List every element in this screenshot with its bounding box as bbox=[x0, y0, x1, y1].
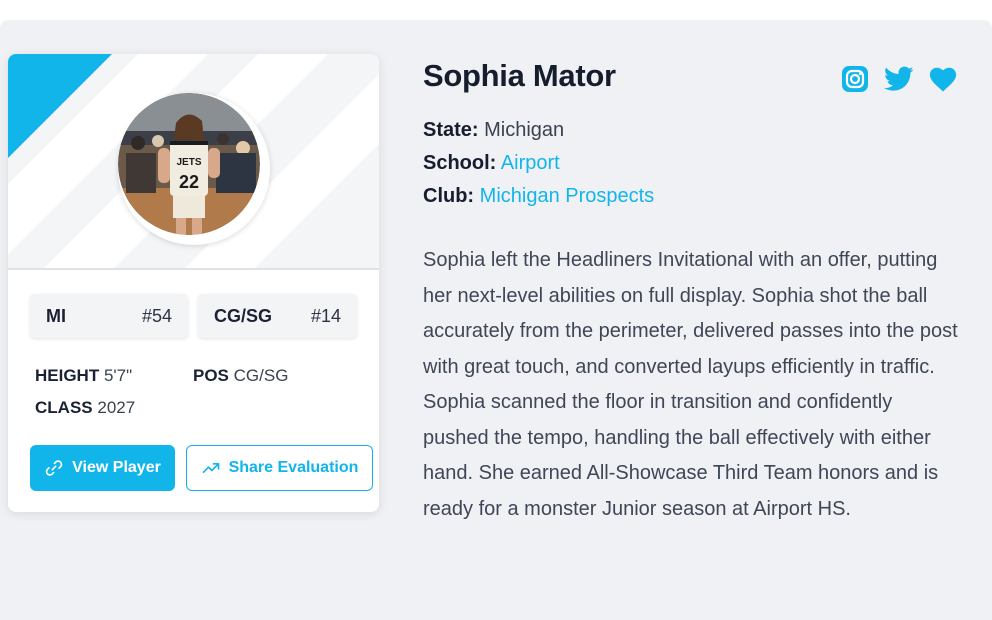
twitter-icon bbox=[884, 66, 914, 91]
player-bio: Sophia left the Headliners Invitational … bbox=[423, 249, 958, 520]
club-link[interactable]: Michigan Prospects bbox=[480, 185, 655, 207]
pos-value: CG/SG bbox=[233, 366, 289, 385]
state-row: State: Michigan bbox=[423, 119, 564, 142]
pos-stat: POS CG/SG bbox=[193, 362, 288, 390]
height-stat: HEIGHT 5'7" bbox=[35, 362, 132, 390]
state-chip-label: MI bbox=[46, 305, 66, 326]
pos-label: POS bbox=[193, 366, 229, 385]
player-name: Sophia Mator bbox=[423, 58, 616, 93]
favorite-button[interactable] bbox=[928, 64, 958, 94]
share-evaluation-button[interactable]: Share Evaluation bbox=[186, 445, 373, 491]
link-icon bbox=[45, 460, 63, 476]
school-row: School: Airport bbox=[423, 152, 560, 175]
class-label: CLASS bbox=[35, 398, 93, 417]
player-photo: JETS 22 bbox=[118, 93, 260, 235]
jersey-number: 22 bbox=[179, 172, 199, 192]
height-label: HEIGHT bbox=[35, 366, 100, 385]
state-value: Michigan bbox=[484, 119, 565, 141]
card-chips: MI #54 CG/SG #14 bbox=[30, 294, 360, 338]
instagram-link[interactable] bbox=[840, 64, 870, 94]
club-label: Club: bbox=[423, 185, 475, 207]
jersey-text: JETS bbox=[176, 157, 201, 168]
player-card: JETS 22 MI #54 CG/SG #14 HEIGHT 5'7" POS… bbox=[8, 54, 379, 512]
class-stat: CLASS 2027 bbox=[35, 394, 135, 422]
school-label: School: bbox=[423, 152, 497, 174]
trending-up-icon bbox=[202, 463, 219, 473]
twitter-link[interactable] bbox=[884, 64, 914, 94]
position-rank-chip: CG/SG #14 bbox=[198, 294, 357, 338]
view-player-label: View Player bbox=[72, 459, 161, 476]
class-value: 2027 bbox=[97, 398, 136, 417]
state-rank-chip: MI #54 bbox=[30, 294, 188, 338]
state-label: State: bbox=[423, 119, 479, 141]
school-link[interactable]: Airport bbox=[501, 152, 560, 174]
position-chip-value: #14 bbox=[310, 305, 341, 326]
avatar: JETS 22 bbox=[118, 93, 270, 245]
position-chip-label: CG/SG bbox=[214, 305, 273, 326]
height-value: 5'7" bbox=[103, 366, 133, 385]
state-chip-value: #54 bbox=[141, 305, 172, 326]
club-row: Club: Michigan Prospects bbox=[423, 185, 654, 208]
share-evaluation-label: Share Evaluation bbox=[228, 459, 359, 476]
heart-icon bbox=[929, 67, 957, 92]
card-hero: JETS 22 bbox=[8, 54, 379, 270]
view-player-button[interactable]: View Player bbox=[30, 445, 175, 491]
instagram-icon bbox=[842, 66, 868, 92]
